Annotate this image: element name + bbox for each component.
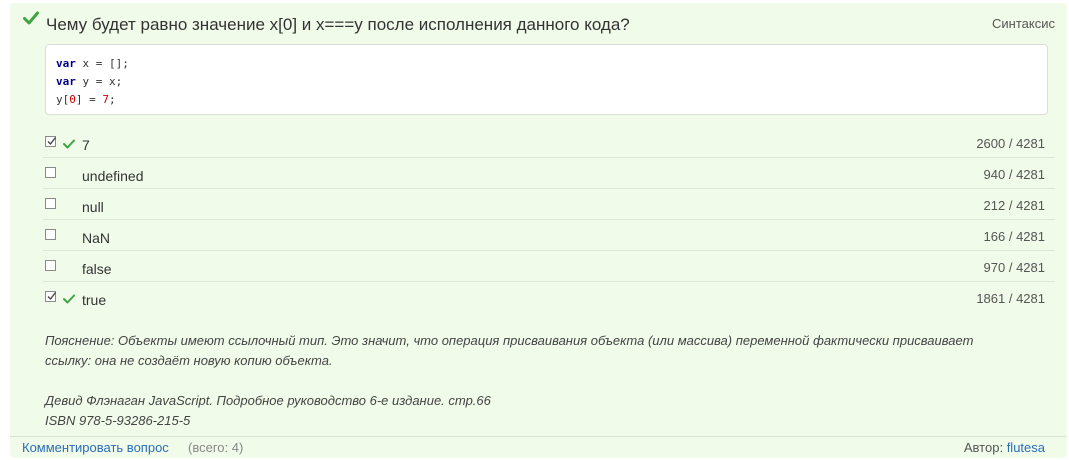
explanation-line: Пояснение: Объекты имеют ссылочный тип. … <box>45 333 974 348</box>
answer-count: 1861 / 4281 <box>976 291 1045 306</box>
code-number: 7 <box>102 93 109 106</box>
code-line: var y = x; <box>56 75 122 91</box>
comment-count: (всего: 4) <box>188 440 244 455</box>
answer-checkbox[interactable] <box>45 136 57 147</box>
footer-divider <box>10 436 1067 437</box>
answer-row[interactable]: false 970 / 4281 <box>43 251 1055 282</box>
code-text: y[ <box>56 93 70 106</box>
answer-checkbox[interactable] <box>45 260 56 271</box>
comment-question-link[interactable]: Комментировать вопрос <box>22 440 169 455</box>
explanation: Пояснение: Объекты имеют ссылочный тип. … <box>45 331 1055 371</box>
answer-text: 7 <box>82 137 90 153</box>
source-line: Девид Флэнаган JavaScript. Подробное рук… <box>45 393 491 408</box>
answer-text: true <box>82 292 107 308</box>
answer-text: null <box>82 199 104 215</box>
code-text: ; <box>109 93 116 106</box>
correct-icon <box>63 294 75 304</box>
answer-count: 166 / 4281 <box>983 229 1045 244</box>
answer-checkbox[interactable] <box>45 198 56 209</box>
answer-row[interactable]: 7 2600 / 4281 <box>43 127 1055 158</box>
answer-list: 7 2600 / 4281 undefined 940 / 4281 null … <box>43 127 1055 312</box>
author-link[interactable]: flutesa <box>1007 440 1045 455</box>
source-line: ISBN 978-5-93286-215-5 <box>45 413 191 428</box>
answer-row[interactable]: true 1861 / 4281 <box>43 282 1055 312</box>
code-keyword: var <box>56 57 76 70</box>
explanation-line: ссылку: она не создаёт новую копию объек… <box>45 353 333 368</box>
question-topic: Синтаксис <box>992 16 1055 31</box>
answer-text: undefined <box>82 168 144 184</box>
answer-count: 940 / 4281 <box>983 167 1045 182</box>
answer-count: 970 / 4281 <box>983 260 1045 275</box>
code-line: var x = []; <box>56 57 129 73</box>
code-text: y = x; <box>75 75 123 88</box>
author-info: Автор: flutesa <box>964 440 1045 455</box>
answer-row[interactable]: NaN 166 / 4281 <box>43 220 1055 251</box>
code-block: var x = []; var y = x; y[0] = 7; <box>45 44 1048 115</box>
question-card: Чему будет равно значение x[0] и x===y п… <box>10 3 1067 458</box>
answer-row[interactable]: null 212 / 4281 <box>43 189 1055 220</box>
answer-count: 212 / 4281 <box>983 198 1045 213</box>
checkmark-icon <box>47 137 57 146</box>
answer-count: 2600 / 4281 <box>976 136 1045 151</box>
answer-checkbox[interactable] <box>45 291 57 302</box>
code-keyword: var <box>56 75 76 88</box>
checkmark-icon <box>47 292 57 301</box>
correct-icon <box>63 139 75 149</box>
answer-checkbox[interactable] <box>45 167 56 178</box>
answer-checkbox[interactable] <box>45 229 56 240</box>
source-reference: Девид Флэнаган JavaScript. Подробное рук… <box>45 391 1055 431</box>
answer-row[interactable]: undefined 940 / 4281 <box>43 158 1055 189</box>
answer-text: false <box>82 261 112 277</box>
check-icon <box>23 11 39 25</box>
code-number: 0 <box>69 93 76 106</box>
author-label: Автор: <box>963 440 1007 455</box>
answer-text: NaN <box>82 230 111 246</box>
code-line: y[0] = 7; <box>56 93 116 109</box>
question-title: Чему будет равно значение x[0] и x===y п… <box>46 15 630 34</box>
question-header: Чему будет равно значение x[0] и x===y п… <box>10 3 1067 41</box>
code-text: ] = <box>75 93 103 106</box>
code-text: x = []; <box>75 57 129 70</box>
